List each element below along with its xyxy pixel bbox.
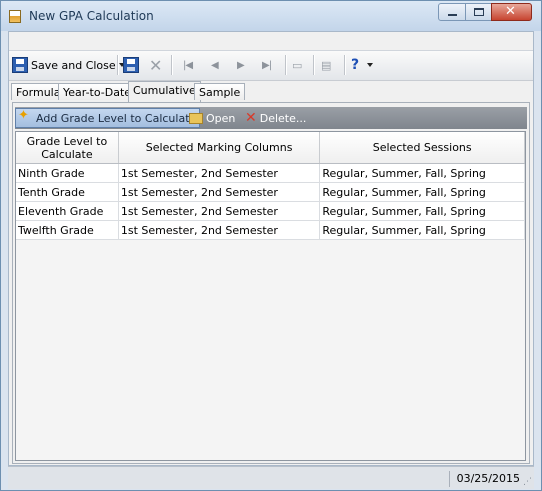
toolbar-separator	[344, 55, 346, 75]
properties-button[interactable]: ▤	[321, 54, 331, 76]
window-controls: ✕	[438, 3, 532, 21]
close-icon: ✕	[149, 55, 163, 75]
delete-icon: ✕	[245, 110, 257, 126]
toolbar-separator	[285, 55, 287, 75]
print-icon: ▭	[292, 58, 303, 72]
folder-icon	[189, 112, 203, 124]
grade-level-cell: Tenth Grade	[16, 182, 119, 202]
add-grade-level-label: Add Grade Level to Calculate	[36, 111, 197, 125]
toolbar-separator	[117, 55, 119, 75]
marking-columns-cell: 1st Semester, 2nd Semester	[118, 163, 321, 183]
column-header-grade-level[interactable]: Grade Level to Calculate	[16, 132, 119, 164]
marking-columns-cell: 1st Semester, 2nd Semester	[118, 182, 321, 202]
add-icon	[18, 108, 33, 125]
sessions-cell: Regular, Summer, Fall, Spring	[319, 220, 525, 240]
app-icon	[9, 10, 21, 23]
print-button[interactable]: ▭	[292, 54, 302, 76]
sessions-cell: Regular, Summer, Fall, Spring	[319, 201, 525, 221]
delete-button[interactable]: ✕ Delete...	[245, 108, 306, 128]
save-icon	[12, 57, 28, 73]
last-record-icon: ▶|	[262, 59, 272, 71]
open-button[interactable]: Open	[189, 108, 235, 128]
tab-year-to-date[interactable]: Year-to-Date	[58, 83, 137, 100]
help-icon: ?	[351, 57, 360, 73]
table-row[interactable]: Tenth Grade 1st Semester, 2nd Semester R…	[16, 182, 525, 202]
table-row[interactable]: Twelfth Grade 1st Semester, 2nd Semester…	[16, 220, 525, 240]
properties-icon: ▤	[321, 58, 332, 72]
previous-record-button[interactable]: ◀	[211, 54, 219, 76]
resize-grip-icon[interactable]: ⋰	[523, 477, 532, 487]
main-toolbar: Save and Close ✕ |◀ ◀ ▶ ▶| ▭ ▤ ?	[9, 50, 533, 81]
title-bar[interactable]: New GPA Calculation ✕	[1, 1, 541, 31]
first-record-icon: |◀	[183, 59, 193, 71]
column-header-sessions[interactable]: Selected Sessions	[319, 132, 525, 164]
grade-level-cell: Eleventh Grade	[16, 201, 119, 221]
save-and-close-label: Save and Close	[31, 58, 116, 72]
tab-strip: Formula Year-to-Date Cumulative Sample	[9, 81, 533, 102]
cumulative-panel: Add Grade Level to Calculate Open ✕ Dele…	[12, 102, 530, 464]
save-button[interactable]	[123, 54, 139, 76]
column-header-marking-columns[interactable]: Selected Marking Columns	[118, 132, 321, 164]
grade-level-cell: Twelfth Grade	[16, 220, 119, 240]
sessions-cell: Regular, Summer, Fall, Spring	[319, 182, 525, 202]
help-button[interactable]: ?	[351, 54, 374, 76]
grade-level-table: Grade Level to Calculate Selected Markin…	[16, 132, 525, 240]
client-area: Save and Close ✕ |◀ ◀ ▶ ▶| ▭ ▤ ? Formula…	[8, 31, 534, 466]
last-record-button[interactable]: ▶|	[262, 54, 272, 76]
sessions-cell: Regular, Summer, Fall, Spring	[319, 163, 525, 183]
table-row[interactable]: Eleventh Grade 1st Semester, 2nd Semeste…	[16, 201, 525, 221]
gpa-calculation-window: New GPA Calculation ✕ Save and Close ✕ |…	[0, 0, 542, 491]
minimize-icon	[448, 14, 457, 16]
next-record-icon: ▶	[237, 59, 245, 71]
maximize-icon	[474, 8, 484, 16]
marking-columns-cell: 1st Semester, 2nd Semester	[118, 201, 321, 221]
status-date: 03/25/2015	[448, 471, 520, 487]
grade-level-cell: Ninth Grade	[16, 163, 119, 183]
previous-record-icon: ◀	[211, 59, 219, 71]
maximize-button[interactable]	[465, 3, 492, 21]
save-icon	[123, 57, 139, 73]
grade-level-grid: Grade Level to Calculate Selected Markin…	[15, 131, 526, 461]
delete-label: Delete...	[259, 111, 307, 125]
next-record-button[interactable]: ▶	[237, 54, 245, 76]
table-header-row: Grade Level to Calculate Selected Markin…	[16, 132, 525, 164]
window-title: New GPA Calculation	[29, 9, 154, 23]
tab-sample[interactable]: Sample	[194, 83, 246, 100]
chevron-down-icon	[367, 63, 374, 67]
marking-columns-cell: 1st Semester, 2nd Semester	[118, 220, 321, 240]
minimize-button[interactable]	[438, 3, 466, 21]
add-grade-level-button[interactable]: Add Grade Level to Calculate	[15, 108, 201, 128]
toolbar-separator	[313, 55, 315, 75]
first-record-button[interactable]: |◀	[183, 54, 193, 76]
status-bar: 03/25/2015 ⋰	[8, 466, 534, 489]
open-label: Open	[206, 111, 236, 125]
toolbar-separator	[171, 55, 173, 75]
tab-cumulative[interactable]: Cumulative	[128, 81, 201, 102]
save-and-close-button[interactable]: Save and Close	[12, 54, 125, 76]
delete-record-button[interactable]: ✕	[149, 54, 162, 76]
close-icon: ✕	[505, 4, 516, 19]
close-window-button[interactable]: ✕	[491, 3, 532, 21]
table-row[interactable]: Ninth Grade 1st Semester, 2nd Semester R…	[16, 163, 525, 183]
action-bar: Add Grade Level to Calculate Open ✕ Dele…	[15, 107, 527, 129]
